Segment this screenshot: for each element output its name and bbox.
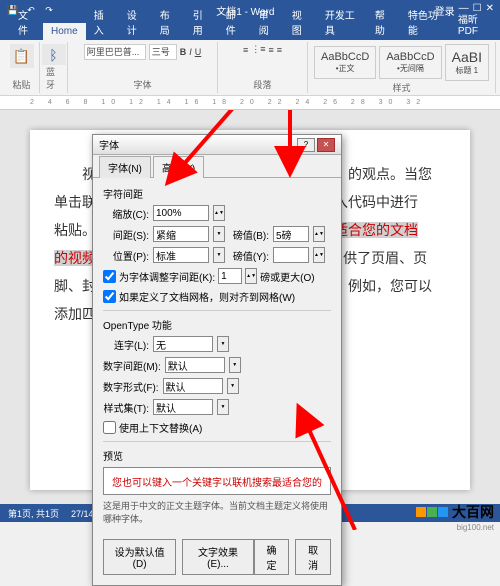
- position-pt-input[interactable]: [273, 247, 309, 263]
- numbering-icon[interactable]: ⋮≡: [251, 44, 265, 55]
- kerning-unit: 磅或更大(O): [260, 269, 314, 284]
- underline-icon[interactable]: U: [195, 47, 202, 57]
- tab-pdf[interactable]: 福昕PDF: [450, 8, 500, 40]
- dialog-help-icon[interactable]: ?: [297, 138, 315, 152]
- context-checkbox[interactable]: [103, 421, 116, 434]
- styleset-label: 样式集(T):: [103, 400, 149, 415]
- tab-design[interactable]: 设计: [119, 4, 152, 40]
- status-page[interactable]: 第1页, 共1页: [8, 507, 59, 520]
- italic-icon[interactable]: I: [189, 47, 192, 57]
- dialog-title: 字体: [99, 137, 119, 152]
- tab-mailings[interactable]: 邮件: [218, 4, 251, 40]
- dialog-tab-font[interactable]: 字体(N): [99, 156, 151, 178]
- styleset-dropdown-icon[interactable]: ▼: [217, 399, 229, 415]
- group-para-label: 段落: [253, 78, 271, 91]
- grid-checkbox[interactable]: [103, 290, 116, 303]
- ligature-dropdown-icon[interactable]: ▼: [217, 336, 229, 352]
- scale-input[interactable]: [153, 205, 209, 221]
- watermark-url: big100.net: [457, 523, 494, 532]
- watermark-logo-icon: [416, 507, 448, 517]
- numform-dropdown-icon[interactable]: ▼: [227, 378, 239, 394]
- tab-home[interactable]: Home: [43, 23, 86, 40]
- context-label: 使用上下文替换(A): [119, 420, 202, 435]
- numspace-dropdown-icon[interactable]: ▼: [229, 357, 241, 373]
- style-heading1[interactable]: AaBI标题 1: [445, 44, 489, 81]
- ok-button[interactable]: 确定: [254, 539, 290, 575]
- numspace-select[interactable]: [165, 357, 225, 373]
- align-center-icon[interactable]: ≡: [277, 45, 282, 55]
- dialog-titlebar[interactable]: 字体 ? ✕: [93, 135, 341, 155]
- font-size-select[interactable]: 三号: [149, 44, 177, 60]
- dialog-tab-advanced[interactable]: 高级(V): [153, 156, 204, 178]
- bt-label: 蓝牙: [46, 65, 61, 91]
- page-area: 视频提供了一种强大的方式来帮助您证明您的观点。当您 单击联机视频时，可以在想要添…: [0, 110, 500, 510]
- bluetooth-icon[interactable]: ᛒ: [42, 44, 66, 65]
- tab-layout[interactable]: 布局: [152, 4, 185, 40]
- position-select[interactable]: [153, 247, 209, 263]
- redo-icon[interactable]: ↷: [42, 3, 56, 17]
- position-label: 位置(P):: [103, 248, 149, 263]
- tab-file[interactable]: 文件: [10, 4, 43, 40]
- watermark-text: 大百网: [452, 502, 494, 522]
- paste-icon[interactable]: 📋: [10, 44, 34, 68]
- position-pt-spinner[interactable]: ▲▼: [313, 247, 325, 263]
- kerning-spinner[interactable]: ▲▼: [245, 268, 257, 284]
- paste-label: 粘贴: [12, 78, 30, 91]
- ligature-label: 连字(L):: [103, 337, 149, 352]
- style-normal[interactable]: AaBbCcD•正文: [314, 46, 376, 79]
- preview-note: 这是用于中文的正文主题字体。当前文档主题定义将使用哪种字体。: [103, 499, 331, 525]
- kerning-input[interactable]: [218, 268, 242, 284]
- position-dropdown-icon[interactable]: ▼: [213, 247, 225, 263]
- spacing-label: 间距(S):: [103, 227, 149, 242]
- bullets-icon[interactable]: ≡: [243, 45, 248, 55]
- scale-spinner[interactable]: ▲▼: [213, 205, 225, 221]
- kerning-checkbox[interactable]: [103, 270, 116, 283]
- spacing-select[interactable]: [153, 226, 209, 242]
- section-preview-label: 预览: [103, 448, 331, 463]
- ligature-select[interactable]: [153, 336, 213, 352]
- tab-dev[interactable]: 开发工具: [317, 4, 367, 40]
- text-effects-button[interactable]: 文字效果(E)...: [182, 539, 253, 575]
- tab-special[interactable]: 特色功能: [400, 4, 450, 40]
- set-default-button[interactable]: 设为默认值(D): [103, 539, 176, 575]
- ribbon-tabs: 文件 Home 插入 设计 布局 引用 邮件 审阅 视图 开发工具 帮助 特色功…: [0, 20, 500, 40]
- numform-label: 数字形式(F):: [103, 379, 159, 394]
- preview-box: 您也可以键入一个关键字以联机搜索最适合您的: [103, 467, 331, 495]
- font-dialog: 字体 ? ✕ 字体(N) 高级(V) 字符间距 缩放(C): ▲▼ 间距(S):…: [92, 134, 342, 586]
- numspace-label: 数字间距(M):: [103, 358, 161, 373]
- align-left-icon[interactable]: ≡: [269, 45, 274, 55]
- cancel-button[interactable]: 取消: [295, 539, 331, 575]
- spacing-dropdown-icon[interactable]: ▼: [213, 226, 225, 242]
- scale-label: 缩放(C):: [103, 206, 149, 221]
- bold-icon[interactable]: B: [180, 47, 187, 57]
- ruler[interactable]: 2 4 6 8 10 12 14 16 18 20 22 24 26 28 30…: [0, 96, 500, 110]
- ribbon: 📋 粘贴 ᛒ 蓝牙 阿里巴巴普... 三号 B I U 字体 ≡ ⋮≡ ≡ ≡ …: [0, 40, 500, 96]
- section-opentype-label: OpenType 功能: [103, 317, 331, 332]
- style-nospacing[interactable]: AaBbCcD•无间隔: [379, 46, 441, 79]
- spacing-pt-input[interactable]: [273, 226, 309, 242]
- group-font-label: 字体: [133, 78, 151, 91]
- tab-insert[interactable]: 插入: [86, 4, 119, 40]
- group-style-label: 样式: [392, 81, 410, 94]
- section-spacing-label: 字符间距: [103, 186, 331, 201]
- tab-references[interactable]: 引用: [185, 4, 218, 40]
- tab-help[interactable]: 帮助: [367, 4, 400, 40]
- tab-view[interactable]: 视图: [284, 4, 317, 40]
- numform-select[interactable]: [163, 378, 223, 394]
- tab-review[interactable]: 审阅: [251, 4, 284, 40]
- watermark: 大百网 big100.net: [416, 502, 494, 522]
- grid-label: 如果定义了文档网格，则对齐到网格(W): [119, 289, 295, 304]
- styleset-select[interactable]: [153, 399, 213, 415]
- font-name-select[interactable]: 阿里巴巴普...: [84, 44, 146, 60]
- position-pt-label: 磅值(Y):: [229, 248, 269, 263]
- kerning-label: 为字体调整字间距(K):: [119, 269, 215, 284]
- spacing-pt-spinner[interactable]: ▲▼: [313, 226, 325, 242]
- dialog-close-icon[interactable]: ✕: [317, 138, 335, 152]
- spacing-pt-label: 磅值(B):: [229, 227, 269, 242]
